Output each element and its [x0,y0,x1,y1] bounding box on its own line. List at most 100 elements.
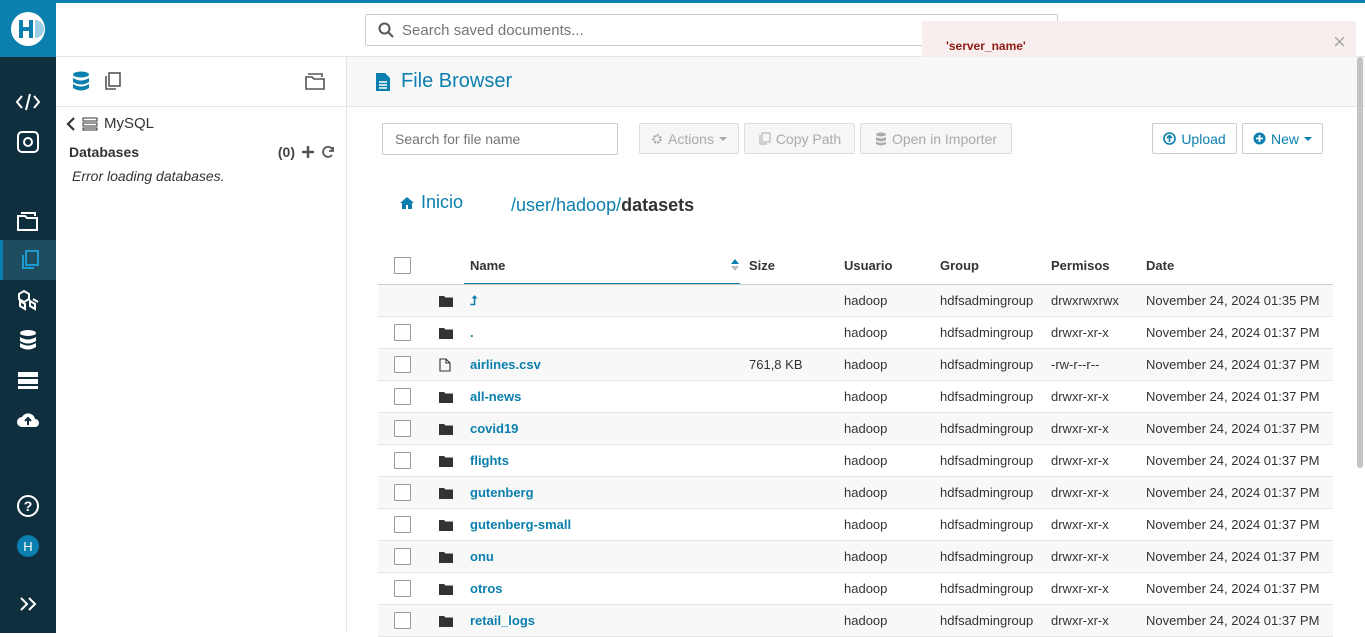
file-name-link[interactable]: otros [470,573,503,604]
file-name-link[interactable]: onu [470,541,494,572]
row-checkbox[interactable] [394,580,411,597]
row-checkbox[interactable] [394,420,411,437]
folder-icon [439,615,453,627]
permissions-column-header[interactable]: Permisos [1051,247,1110,284]
open-in-importer-button[interactable]: Open in Importer [860,123,1012,154]
database-tab-icon[interactable] [72,71,90,91]
file-name-filter[interactable] [382,123,618,155]
files-tab-icon[interactable] [102,71,122,91]
avatar-icon: H [17,535,39,557]
file-date: November 24, 2024 01:37 PM [1146,421,1320,436]
refresh-icon[interactable] [321,145,335,159]
file-permissions: drwxr-xr-x [1051,389,1109,404]
file-name-link[interactable]: gutenberg-small [470,509,571,540]
folder-icon [439,327,453,339]
file-permissions: drwxr-xr-x [1051,549,1109,564]
file-name-link[interactable]: gutenberg [470,477,534,508]
table-row[interactable]: gutenberg hadoop hdfsadmingroup drwxr-xr-x N… [378,477,1333,509]
search-icon [378,22,394,38]
arrow-circle-up-icon [1163,132,1177,145]
gear-icon [652,133,662,144]
scheduler-nav-icon[interactable] [0,122,56,162]
page-scrollbar[interactable] [1357,57,1363,468]
table-row[interactable]: retail_logs hadoop hdfsadmingroup drwxr-xr-… [378,605,1333,637]
file-permissions: -rw-r--r-- [1051,357,1100,372]
importer-nav-icon[interactable] [0,400,56,440]
file-group: hdfsadmingroup [940,581,1034,596]
actions-button[interactable]: Actions [639,123,739,154]
name-column-header[interactable]: Name [464,247,740,284]
user-column-header[interactable]: Usuario [844,247,892,284]
file-user: hadoop [844,581,888,596]
caret-down-icon [1304,136,1312,141]
breadcrumb-home-label: Inicio [421,192,464,212]
row-checkbox[interactable] [394,484,411,501]
current-path[interactable]: /user/hadoop/datasets [511,195,694,216]
table-row[interactable]: all-news hadoop hdfsadmingroup drwxr-xr-x No… [378,381,1333,413]
file-name-link[interactable]: covid19 [470,413,518,444]
toast-close-icon[interactable]: × [1333,31,1346,53]
help-nav-icon[interactable]: ? [0,486,56,526]
table-row[interactable]: . hadoop hdfsadmingroup drwxr-xr-x November … [378,317,1333,349]
file-date: November 24, 2024 01:35 PM [1146,293,1320,308]
file-icon [439,357,451,372]
group-column-header[interactable]: Group [940,247,979,284]
new-button[interactable]: New [1242,123,1323,154]
user-avatar[interactable]: H [0,526,56,566]
file-table: Name Size Usuario Group Permisos Date ⮥ h… [378,247,1333,637]
file-date: November 24, 2024 01:37 PM [1146,453,1320,468]
copy-path-button[interactable]: Copy Path [744,123,855,154]
file-name-link[interactable]: all-news [470,381,521,412]
select-all-checkbox[interactable] [394,257,411,274]
databases-label: Databases [69,144,140,160]
folder-icon [439,391,453,403]
row-checkbox[interactable] [394,356,411,373]
upload-button[interactable]: Upload [1152,123,1237,154]
left-nav: ? H [0,0,56,633]
svg-text:?: ? [24,498,33,514]
hbase-nav-icon[interactable] [0,360,56,400]
global-search-input[interactable] [402,21,1002,39]
documents-nav-icon[interactable] [0,201,56,241]
files-nav-icon[interactable] [0,240,56,280]
file-name-link[interactable]: . [470,317,474,348]
row-checkbox[interactable] [394,548,411,565]
file-name-link[interactable]: ⮥ [470,285,478,316]
table-row[interactable]: gutenberg-small hadoop hdfsadmingroup drwxr… [378,509,1333,541]
hue-logo[interactable] [0,0,56,57]
path-current: datasets [621,195,695,215]
hue-logo-icon [11,11,45,46]
tables-nav-icon[interactable] [0,280,56,320]
assist-back-mysql[interactable]: MySQL [66,115,154,132]
file-date: November 24, 2024 01:37 PM [1146,389,1320,404]
row-checkbox[interactable] [394,388,411,405]
table-row[interactable]: airlines.csv 761,8 KB hadoop hdfsadmingroup… [378,349,1333,381]
name-header-label: Name [470,257,506,273]
file-date: November 24, 2024 01:37 PM [1146,581,1320,596]
table-row[interactable]: onu hadoop hdfsadmingroup drwxr-xr-x Novembe… [378,541,1333,573]
table-row[interactable]: covid19 hadoop hdfsadmingroup drwxr-xr-x Nov… [378,413,1333,445]
row-checkbox[interactable] [394,452,411,469]
size-column-header[interactable]: Size [749,247,775,284]
documents-tab-icon[interactable] [304,71,326,91]
file-name-link[interactable]: retail_logs [470,605,535,636]
row-checkbox[interactable] [394,516,411,533]
database-icon [20,330,36,350]
breadcrumb-home[interactable]: Inicio [399,192,463,213]
file-browser: File Browser Actions Copy Path Open in I… [347,57,1365,637]
date-column-header[interactable]: Date [1146,247,1174,284]
database-nav-icon[interactable] [0,320,56,360]
table-row[interactable]: otros hadoop hdfsadmingroup drwxr-xr-x Novem… [378,573,1333,605]
table-row[interactable]: ⮥ hadoop hdfsadmingroup drwxrwxrwx November … [378,285,1333,317]
editor-nav-icon[interactable] [0,82,56,122]
folder-open-icon [17,212,38,231]
plus-icon[interactable] [301,145,315,159]
row-checkbox[interactable] [394,612,411,629]
row-checkbox[interactable] [394,324,411,341]
table-row[interactable]: flights hadoop hdfsadmingroup drwxr-xr-x Nov… [378,445,1333,477]
expand-nav-button[interactable] [0,584,56,624]
server-small-icon [82,117,98,130]
file-name-link[interactable]: flights [470,445,509,476]
plus-circle-icon [1253,132,1266,145]
file-name-link[interactable]: airlines.csv [470,349,541,380]
